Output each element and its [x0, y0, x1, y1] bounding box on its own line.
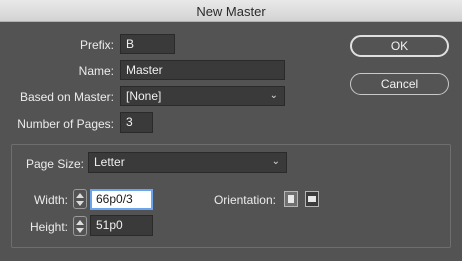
arrow-up-icon: [76, 193, 84, 198]
based-on-master-value: [None]: [126, 89, 162, 103]
portrait-glyph: [288, 195, 294, 203]
chevron-down-icon: ⌄: [271, 156, 280, 167]
page-size-select[interactable]: Letter ⌄: [88, 152, 287, 173]
new-master-dialog: New Master Prefix: B Name: Master Based …: [0, 0, 462, 261]
based-on-master-label: Based on Master:: [19, 90, 114, 104]
based-on-master-select[interactable]: [None] ⌄: [120, 86, 285, 106]
number-of-pages-field[interactable]: 3: [120, 112, 153, 133]
orientation-label: Orientation:: [213, 193, 276, 207]
page-size-label: Page Size:: [25, 157, 84, 171]
ok-button[interactable]: OK: [350, 35, 449, 57]
width-label: Width:: [33, 193, 68, 207]
height-stepper[interactable]: [73, 216, 87, 236]
name-field[interactable]: Master: [120, 60, 285, 80]
page-size-value: Letter: [94, 155, 125, 169]
title-bar[interactable]: New Master: [0, 0, 462, 22]
name-label: Name:: [78, 64, 114, 78]
arrow-up-icon: [76, 220, 84, 225]
cancel-button[interactable]: Cancel: [350, 73, 449, 95]
arrow-down-icon: [76, 228, 84, 233]
prefix-field[interactable]: B: [120, 34, 175, 54]
width-field[interactable]: 66p0/3: [90, 189, 153, 210]
portrait-icon[interactable]: [284, 191, 298, 207]
height-field[interactable]: 51p0: [90, 215, 153, 236]
height-label: Height:: [29, 220, 68, 234]
landscape-icon[interactable]: [305, 191, 319, 207]
landscape-glyph: [308, 196, 316, 202]
arrow-down-icon: [76, 201, 84, 206]
chevron-down-icon: ⌄: [269, 90, 278, 101]
prefix-label: Prefix:: [79, 38, 114, 52]
width-stepper[interactable]: [73, 189, 87, 209]
number-of-pages-label: Number of Pages:: [17, 117, 114, 131]
dialog-title: New Master: [196, 4, 266, 19]
